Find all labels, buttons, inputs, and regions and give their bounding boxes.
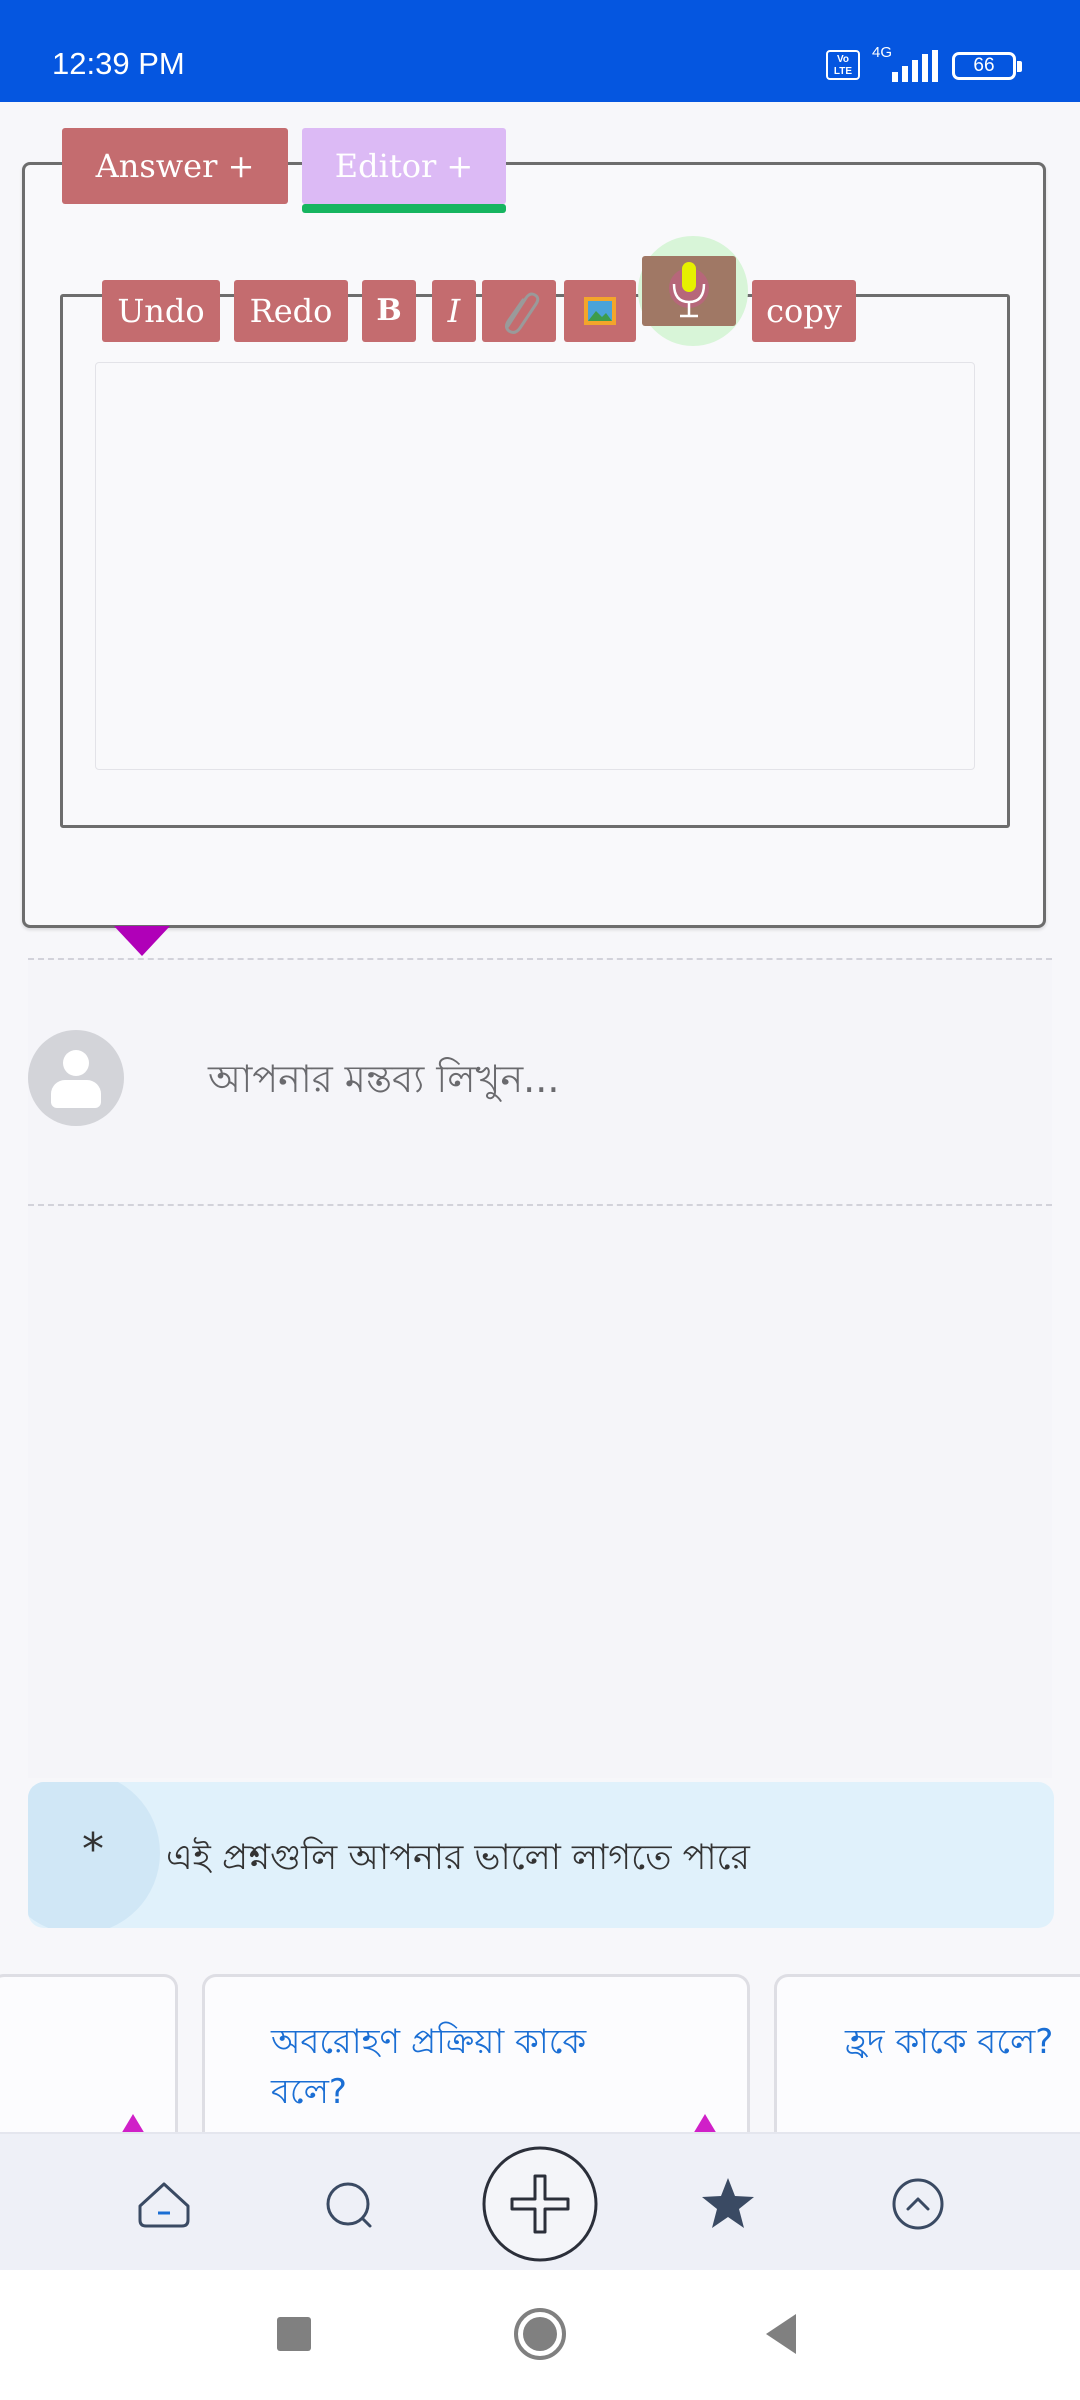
avatar-head (63, 1050, 89, 1076)
suggestion-card[interactable]: অবরোহণ প্রক্রিয়া কাকে বলে? (202, 1974, 750, 2134)
nav-add[interactable] (480, 2134, 600, 2274)
suggestion-card[interactable]: হ্রদ কাকে বলে? (774, 1974, 1080, 2134)
recents-icon[interactable] (264, 2304, 324, 2364)
nav-scroll-top[interactable] (858, 2134, 978, 2274)
paperclip-icon (505, 292, 540, 334)
voice-input-button[interactable] (642, 256, 736, 326)
scroll-up-icon (892, 2178, 944, 2230)
insert-image-button[interactable] (564, 280, 636, 342)
italic-button[interactable]: I (432, 280, 476, 342)
star-icon (702, 2178, 754, 2228)
active-tab-indicator (302, 204, 506, 213)
nav-search[interactable] (290, 2134, 410, 2274)
avatar-body (51, 1080, 101, 1108)
divider (28, 1204, 1052, 1206)
nav-favorites[interactable] (668, 2134, 788, 2274)
divider (28, 958, 1052, 960)
tab-editor[interactable]: Editor + (302, 128, 506, 204)
editor-textarea[interactable] (95, 362, 975, 770)
card-marker (121, 2114, 145, 2134)
card-marker (693, 2114, 717, 2134)
asterisk-icon: * (82, 1824, 104, 1875)
microphone-icon (669, 262, 709, 318)
volte-icon: Vo LTE (826, 50, 860, 80)
suggestion-card[interactable] (0, 1974, 178, 2134)
search-icon (326, 2182, 372, 2228)
undo-button[interactable]: Undo (102, 280, 220, 342)
panel-pointer (114, 926, 170, 956)
system-navigation-bar (0, 2270, 1080, 2400)
add-icon (482, 2146, 598, 2262)
battery-icon: 66 (952, 52, 1022, 80)
avatar (28, 1030, 124, 1126)
battery-level: 66 (973, 55, 995, 76)
suggestion-title: অবরোহণ প্রক্রিয়া কাকে বলে? (271, 2022, 587, 2112)
bold-button[interactable]: B (362, 280, 416, 342)
status-time: 12:39 PM (52, 46, 185, 81)
status-bar: 12:39 PM Vo LTE 4G 66 (0, 0, 1080, 102)
comment-input[interactable]: আপনার মন্তব্য লিখুন... (208, 1050, 559, 1114)
suggestions-banner: * এই প্রশ্নগুলি আপনার ভালো লাগতে পারে (28, 1782, 1054, 1928)
home-icon (138, 2182, 190, 2228)
bottom-navigation (0, 2132, 1080, 2272)
redo-button[interactable]: Redo (234, 280, 348, 342)
home-button-icon[interactable] (510, 2304, 570, 2364)
suggestion-title: হ্রদ কাকে বলে? (845, 2022, 1054, 2062)
copy-button[interactable]: copy (752, 280, 856, 342)
attach-button[interactable] (482, 280, 556, 342)
suggestions-heading: এই প্রশ্নগুলি আপনার ভালো লাগতে পারে (166, 1838, 750, 1878)
nav-home[interactable] (104, 2134, 224, 2274)
signal-icon (892, 50, 938, 82)
tab-answer[interactable]: Answer + (62, 128, 288, 204)
image-icon (584, 297, 616, 325)
back-icon[interactable] (752, 2304, 812, 2364)
